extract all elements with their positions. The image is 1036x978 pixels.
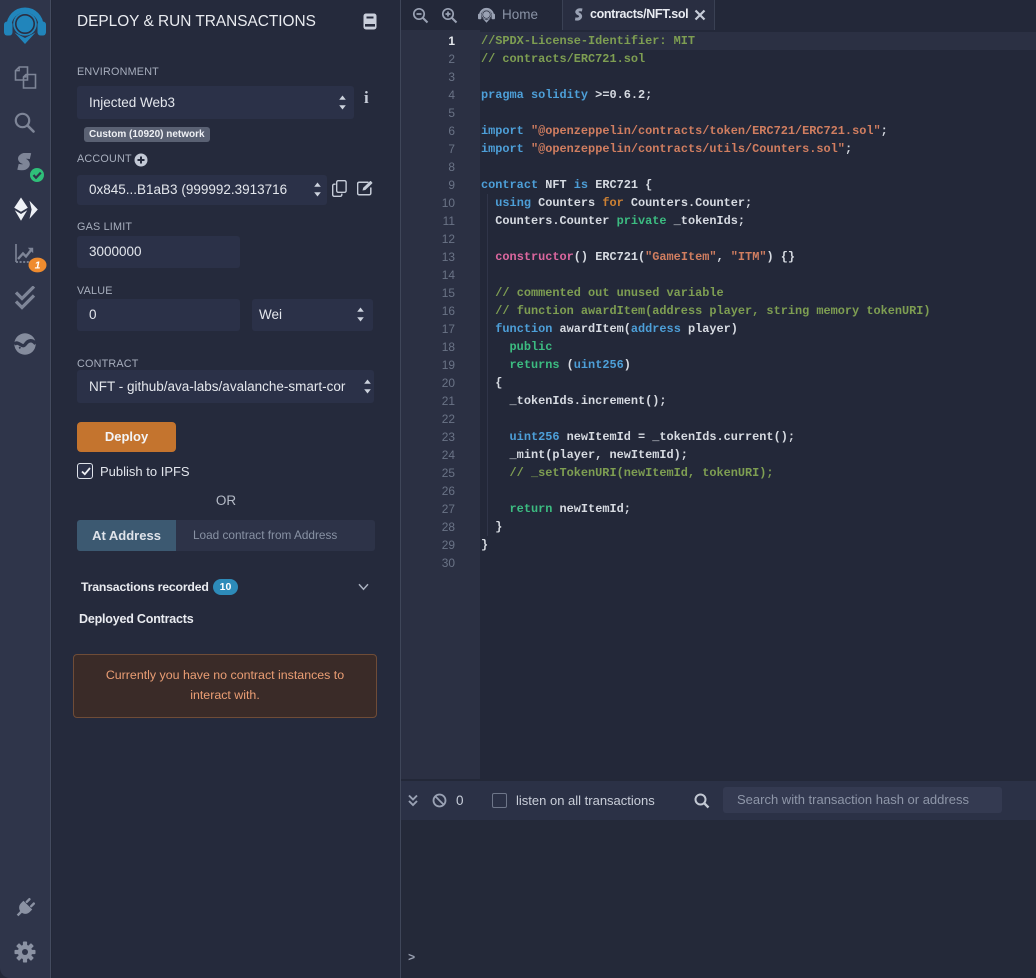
svg-text:1: 1 (35, 260, 41, 272)
